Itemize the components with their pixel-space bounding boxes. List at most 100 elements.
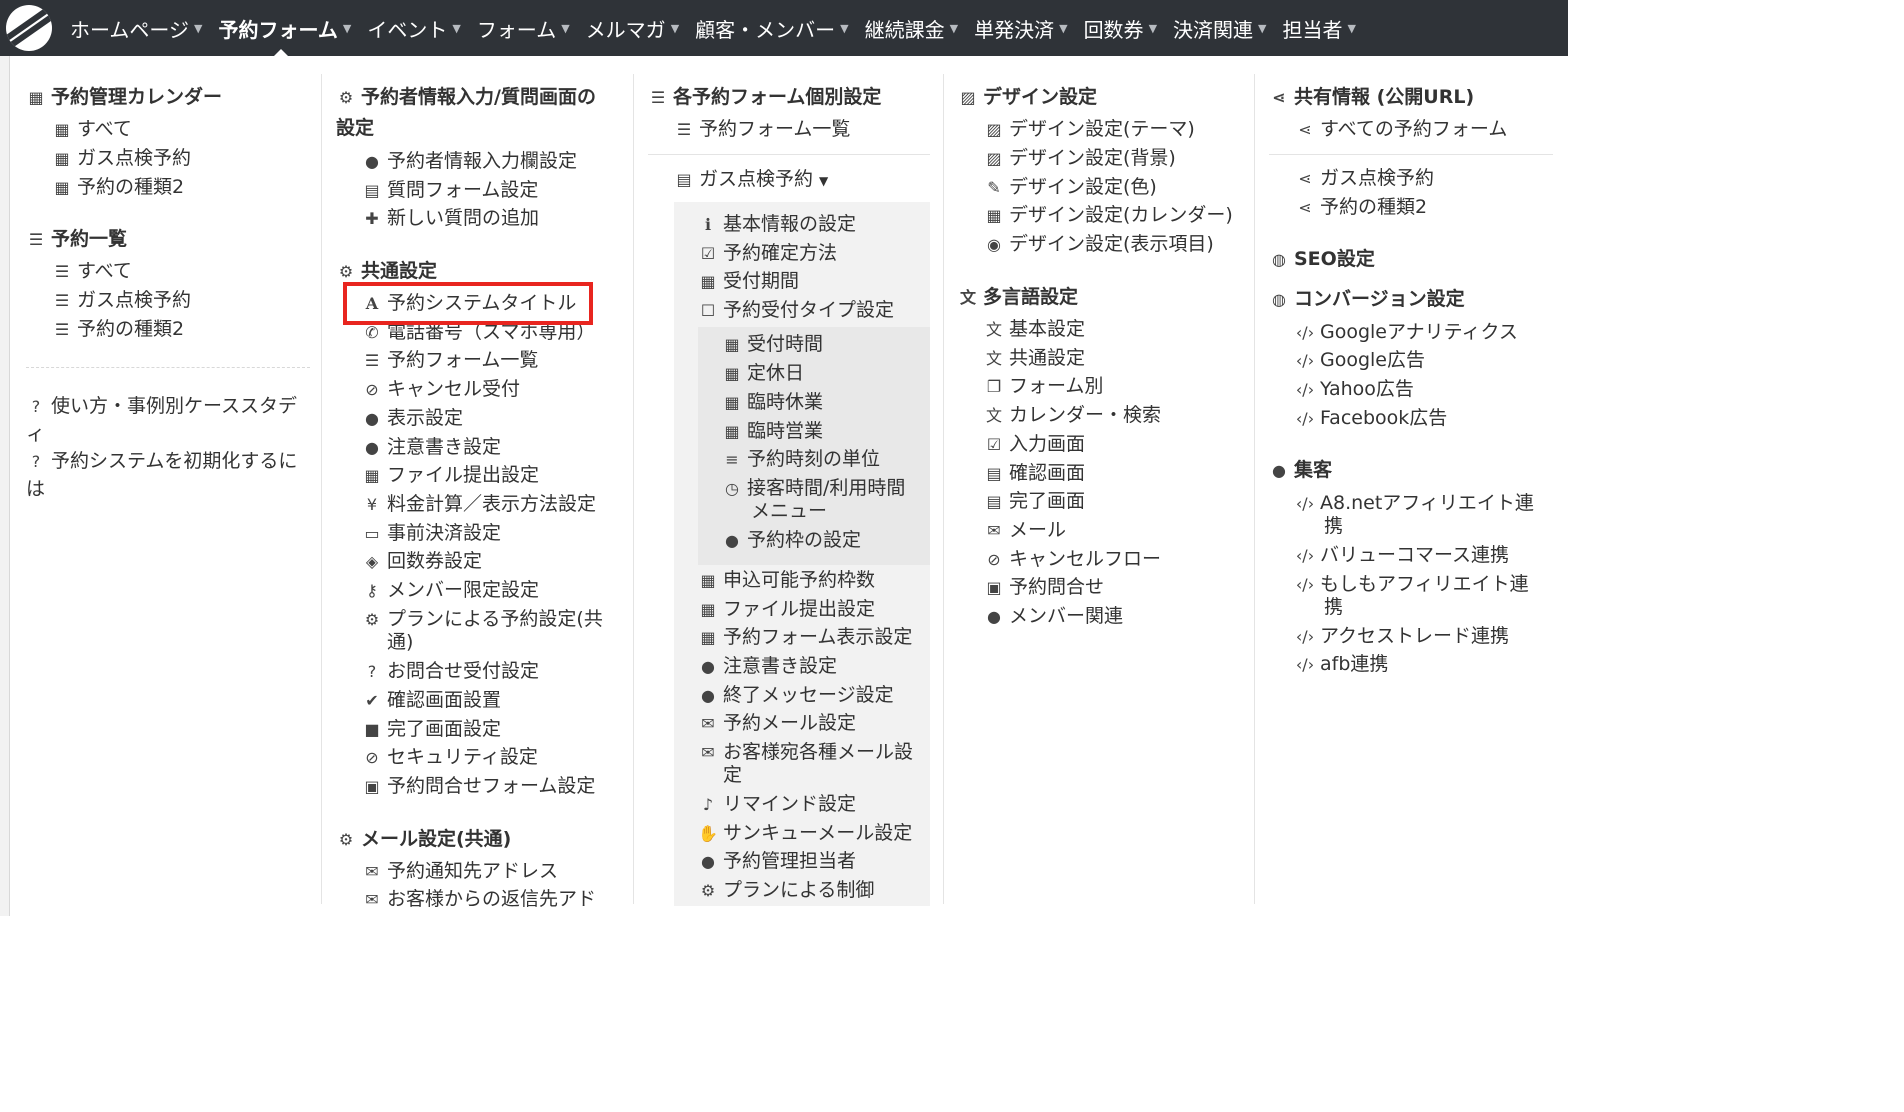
menu-item-slots[interactable]: ● 予約枠の設定 — [722, 529, 861, 552]
menu-head-seo[interactable]: ◍ SEO設定 — [1269, 248, 1375, 271]
menu-item-help-reset-cont[interactable]: は — [26, 478, 45, 501]
menu-item-temp-closed[interactable]: ▦ 臨時休業 — [722, 391, 823, 414]
menu-item-customer-mail-cont[interactable]: 定 — [723, 764, 742, 787]
nav-single-payment[interactable]: 単発決済 ▼ — [966, 14, 1075, 43]
menu-item-share-gas[interactable]: ⋖ ガス点検予約 — [1295, 167, 1434, 190]
form-select-dropdown[interactable]: ▤ ガス点検予約 ▼ — [674, 168, 828, 193]
menu-head-individual[interactable]: ☰ 各予約フォーム個別設定 — [648, 86, 882, 109]
menu-item-lang-inquiry[interactable]: ▣ 予約問合せ — [984, 576, 1104, 599]
menu-item-moshimo-cont[interactable]: 携 — [1324, 596, 1343, 619]
nav-subscription[interactable]: 継続課金 ▼ — [857, 14, 966, 43]
menu-item-security[interactable]: ⊘ セキュリティ設定 — [362, 746, 538, 769]
menu-head-collect[interactable]: ● 集客 — [1269, 459, 1332, 482]
menu-item-plan-control[interactable]: ⚙ プランによる制御 — [698, 879, 875, 902]
menu-item-list-gas[interactable]: ☰ ガス点検予約 — [52, 289, 191, 312]
menu-item-google-analytics[interactable]: ‹/› Googleアナリティクス — [1295, 321, 1518, 344]
menu-item-complete-page[interactable]: ■ 完了画面設定 — [362, 718, 501, 741]
menu-item-inquiry-form[interactable]: ▣ 予約問合せフォーム設定 — [362, 775, 595, 798]
menu-item-lang-cancel[interactable]: ⊘ キャンセルフロー — [984, 548, 1161, 571]
menu-item-afb[interactable]: ‹/› afb連携 — [1295, 653, 1389, 676]
nav-coupon[interactable]: 回数券 ▼ — [1076, 14, 1165, 43]
menu-item-design-theme[interactable]: ▨ デザイン設定(テーマ) — [984, 118, 1194, 141]
menu-item-period[interactable]: ▦ 受付期間 — [698, 270, 799, 293]
menu-item-design-calendar[interactable]: ▦ デザイン設定(カレンダー) — [984, 204, 1232, 227]
nav-mailmag[interactable]: メルマガ ▼ — [578, 14, 687, 43]
menu-head-list[interactable]: ☰ 予約一覧 — [26, 228, 127, 251]
menu-item-facebook-ads[interactable]: ‹/› Facebook広告 — [1295, 407, 1447, 430]
menu-item-manager[interactable]: ● 予約管理担当者 — [698, 850, 856, 873]
menu-item-coupon[interactable]: ◈ 回数券設定 — [362, 550, 482, 573]
menu-item-inquiry[interactable]: ? お問合せ受付設定 — [362, 660, 539, 683]
menu-item-reply-address[interactable]: ✉ お客様からの返信先アド — [362, 888, 596, 911]
menu-item-accept-type[interactable]: ☐ 予約受付タイプ設定 — [698, 299, 894, 322]
menu-item-form-display[interactable]: ▦ 予約フォーム表示設定 — [698, 626, 912, 649]
menu-item-display[interactable]: ● 表示設定 — [362, 407, 463, 430]
menu-item-plan-booking-cont[interactable]: 通) — [387, 631, 413, 654]
menu-item-lang-mail[interactable]: ✉ メール — [984, 519, 1066, 542]
nav-customers[interactable]: 顧客・メンバー ▼ — [687, 14, 856, 43]
menu-item-basic-info[interactable]: ℹ 基本情報の設定 — [698, 213, 856, 236]
menu-item-a8-cont[interactable]: 携 — [1324, 515, 1343, 538]
menu-item-valuecommerce[interactable]: ‹/› バリューコマース連携 — [1295, 544, 1509, 567]
menu-item-lang-calendar[interactable]: 文カレンダー・検索 — [984, 404, 1161, 427]
menu-item-max-slots[interactable]: ▦ 申込可能予約枠数 — [698, 569, 875, 592]
menu-item-prepay[interactable]: ▭ 事前決済設定 — [362, 522, 501, 545]
menu-item-design-items[interactable]: ◉ デザイン設定(表示項目) — [984, 233, 1214, 256]
menu-item-help-reset[interactable]: ? 予約システムを初期化するに — [26, 450, 298, 473]
menu-item-lang-complete[interactable]: ▤ 完了画面 — [984, 490, 1085, 513]
menu-item-lang-form[interactable]: ❐ フォーム別 — [984, 375, 1104, 398]
menu-item-temp-open[interactable]: ▦ 臨時営業 — [722, 420, 823, 443]
menu-item-lang-member[interactable]: ● メンバー関連 — [984, 605, 1123, 628]
menu-item-lang-input[interactable]: ☑ 入力画面 — [984, 433, 1085, 456]
menu-item-notify-address[interactable]: ✉ 予約通知先アドレス — [362, 860, 558, 883]
menu-head-share[interactable]: ⋖ 共有情報 (公開URL) — [1269, 86, 1474, 109]
nav-staff[interactable]: 担当者 ▼ — [1275, 14, 1364, 43]
menu-item-file-submit-individual[interactable]: ▦ ファイル提出設定 — [698, 598, 875, 621]
menu-head-common[interactable]: ⚙ 共通設定 — [336, 260, 437, 283]
menu-item-booking-mail[interactable]: ✉ 予約メール設定 — [698, 712, 856, 735]
menu-item-confirm-method[interactable]: ☑ 予約確定方法 — [698, 242, 837, 265]
menu-item-time-unit[interactable]: ≡ 予約時刻の単位 — [722, 448, 880, 471]
menu-head-conversion[interactable]: ◍ コンバージョン設定 — [1269, 288, 1465, 311]
menu-item-cal-type2[interactable]: ▦ 予約の種類2 — [52, 176, 184, 199]
menu-item-member-only[interactable]: ⚷ メンバー限定設定 — [362, 579, 539, 602]
menu-item-end-message[interactable]: ● 終了メッセージ設定 — [698, 684, 894, 707]
menu-head-mail-common[interactable]: ⚙ メール設定(共通) — [336, 828, 512, 851]
nav-event[interactable]: イベント ▼ — [359, 14, 468, 43]
menu-item-thankyou-mail[interactable]: ✋ サンキューメール設定 — [698, 822, 912, 845]
menu-item-booker-fields[interactable]: ● 予約者情報入力欄設定 — [362, 150, 577, 173]
menu-head-calendar[interactable]: ▦ 予約管理カレンダー — [26, 86, 222, 109]
menu-item-moshimo[interactable]: ‹/› もしもアフィリエイト連 — [1295, 573, 1529, 596]
menu-item-yahoo-ads[interactable]: ‹/› Yahoo広告 — [1295, 378, 1414, 401]
menu-head-design[interactable]: ▨ デザイン設定 — [958, 86, 1097, 109]
menu-item-design-color[interactable]: ✎ デザイン設定(色) — [984, 176, 1157, 199]
menu-item-share-all[interactable]: ⋖ すべての予約フォーム — [1295, 118, 1507, 141]
menu-item-cal-gas[interactable]: ▦ ガス点検予約 — [52, 147, 191, 170]
menu-item-form-list[interactable]: ☰ 予約フォーム一覧 — [362, 349, 539, 372]
menu-item-service-time[interactable]: ◷ 接客時間/利用時間 — [722, 477, 905, 500]
menu-item-cancel[interactable]: ⊘ キャンセル受付 — [362, 378, 520, 401]
menu-item-lang-common[interactable]: 文共通設定 — [984, 347, 1085, 370]
menu-item-form-list-individual[interactable]: ☰ 予約フォーム一覧 — [674, 118, 851, 141]
menu-item-cal-all[interactable]: ▦ すべて — [52, 118, 131, 141]
menu-head-input-settings[interactable]: ⚙ 予約者情報入力/質問画面の — [336, 86, 596, 109]
menu-item-notes[interactable]: ● 注意書き設定 — [362, 436, 501, 459]
menu-item-plan-booking[interactable]: ⚙ プランによる予約設定(共 — [362, 608, 603, 631]
menu-item-question-form[interactable]: ▤ 質問フォーム設定 — [362, 179, 538, 202]
menu-item-confirm-page[interactable]: ✔ 確認画面設置 — [362, 689, 501, 712]
nav-reservation-form[interactable]: 予約フォーム ▼ — [210, 14, 359, 43]
menu-item-remind[interactable]: ♪ リマインド設定 — [698, 793, 856, 816]
nav-homepage[interactable]: ホームページ ▼ — [62, 14, 210, 43]
menu-item-notes-individual[interactable]: ● 注意書き設定 — [698, 655, 837, 678]
menu-item-add-question[interactable]: ✚ 新しい質問の追加 — [362, 207, 539, 230]
menu-item-customer-mail[interactable]: ✉ お客様宛各種メール設 — [698, 741, 913, 764]
menu-head-multilang[interactable]: 文多言語設定 — [958, 286, 1078, 309]
menu-item-share-type2[interactable]: ⋖ 予約の種類2 — [1295, 196, 1427, 219]
menu-item-a8[interactable]: ‹/› A8.netアフィリエイト連 — [1295, 492, 1534, 515]
menu-item-design-bg[interactable]: ▨ デザイン設定(背景) — [984, 147, 1175, 170]
menu-item-list-type2[interactable]: ☰ 予約の種類2 — [52, 318, 184, 341]
menu-item-google-ads[interactable]: ‹/› Google広告 — [1295, 349, 1425, 372]
menu-item-accesstrade[interactable]: ‹/› アクセストレード連携 — [1295, 625, 1509, 648]
menu-item-hours[interactable]: ▦ 受付時間 — [722, 333, 823, 356]
menu-item-help-cases-cont[interactable]: ィ — [26, 423, 45, 446]
